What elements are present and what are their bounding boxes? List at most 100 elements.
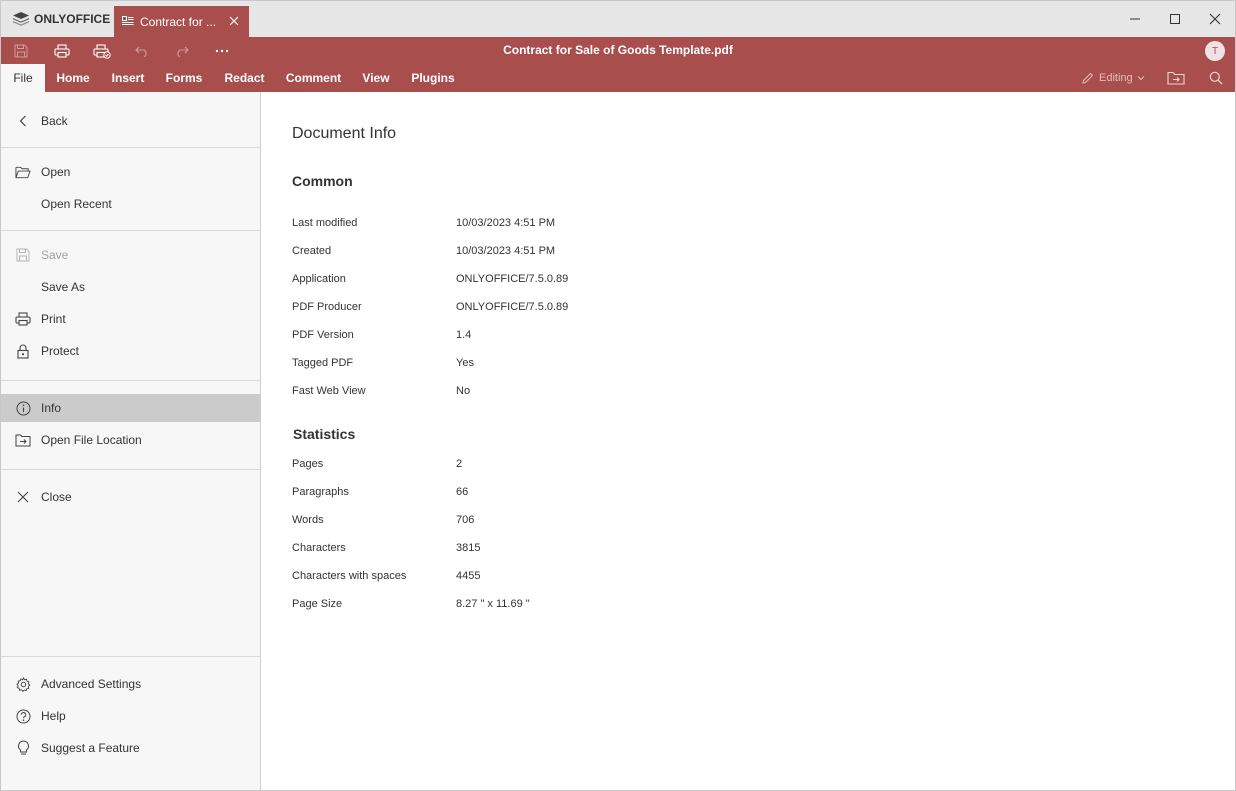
help-button[interactable]: Help [1,702,260,730]
gear-icon [15,676,31,692]
tab-view[interactable]: View [355,64,397,92]
quick-toolbar: Contract for Sale of Goods Template.pdf … [1,37,1235,64]
editing-mode-dropdown[interactable]: Editing [1081,64,1145,92]
tab-insert[interactable]: Insert [105,64,151,92]
chevron-left-icon [15,113,31,129]
info-label-paragraphs: Paragraphs [292,486,349,498]
save-as-label: Save As [41,280,86,294]
divider [1,147,260,148]
print-label: Print [41,312,66,326]
maximize-button[interactable] [1155,1,1195,37]
close-icon [1209,13,1221,25]
search-icon [1209,71,1223,85]
open-recent-button[interactable]: Open Recent [1,190,260,218]
app-window: ONLYOFFICE Contract for ... Contract for… [0,0,1236,791]
document-info-panel: Document Info Common Last modified 10/03… [262,92,1235,790]
close-window-button[interactable] [1195,1,1235,37]
help-icon [15,708,31,724]
open-file-location-button[interactable]: Open File Location [1,426,260,454]
help-label: Help [41,709,66,723]
info-label-last-modified: Last modified [292,217,358,229]
tab-close-icon[interactable] [227,14,241,28]
info-label-words: Words [292,514,324,526]
save-button[interactable]: Save [1,241,260,269]
tab-home[interactable]: Home [49,64,97,92]
chevron-down-icon [1137,76,1144,81]
info-value-page-size: 8.27 " x 11.69 " [456,598,530,610]
tab-comment[interactable]: Comment [280,64,347,92]
info-icon [15,400,31,416]
print-icon [15,311,31,327]
advanced-settings-label: Advanced Settings [41,677,142,691]
protect-button[interactable]: Protect [1,337,260,365]
suggest-feature-label: Suggest a Feature [41,741,140,755]
print-button[interactable]: Print [1,305,260,333]
save-label: Save [41,248,69,262]
lock-icon [15,343,31,359]
info-label: Info [41,401,62,415]
divider [1,380,260,381]
info-value-created: 10/03/2023 4:51 PM [456,245,556,257]
info-value-paragraphs: 66 [456,486,469,498]
search-toolbar-button[interactable] [1206,68,1226,88]
info-value-application: ONLYOFFICE/7.5.0.89 [456,273,569,285]
folder-arrow-icon [1167,71,1185,85]
info-label-page-size: Page Size [292,598,343,610]
back-button[interactable]: Back [1,107,260,135]
app-brand-name: ONLYOFFICE [34,12,111,26]
folder-arrow-icon [15,432,31,448]
info-value-pdf-producer: ONLYOFFICE/7.5.0.89 [456,301,569,313]
document-title: Contract for Sale of Goods Template.pdf [503,43,733,57]
tab-plugins[interactable]: Plugins [405,64,461,92]
info-value-pages: 2 [456,458,463,470]
open-button[interactable]: Open [1,158,260,186]
close-button[interactable]: Close [1,483,260,511]
divider [1,230,260,231]
page-title: Document Info [292,125,397,142]
onlyoffice-logo-icon [13,12,29,26]
app-logo[interactable]: ONLYOFFICE [13,1,110,37]
user-avatar[interactable]: T [1205,41,1225,61]
close-icon [15,489,31,505]
info-value-characters: 3815 [456,542,481,554]
info-button[interactable]: Info [1,394,260,422]
editing-mode-label: Editing [1099,72,1133,84]
document-tab[interactable]: Contract for ... [114,6,249,37]
minimize-button[interactable] [1115,1,1155,37]
back-label: Back [41,114,68,128]
statistics-section-title: Statistics [293,426,356,442]
suggest-feature-button[interactable]: Suggest a Feature [1,734,260,762]
info-label-application: Application [292,273,346,285]
info-value-last-modified: 10/03/2023 4:51 PM [456,217,556,229]
lightbulb-icon [15,740,31,756]
title-bar: ONLYOFFICE Contract for ... [1,1,1235,37]
save-icon [15,247,31,263]
info-value-fast-web-view: No [456,385,471,397]
info-value-tagged-pdf: Yes [456,357,474,369]
save-as-button[interactable]: Save As [1,273,260,301]
info-value-words: 706 [456,514,475,526]
close-label: Close [41,490,72,504]
maximize-icon [1170,14,1180,24]
tab-forms[interactable]: Forms [159,64,209,92]
info-label-pages: Pages [292,458,324,470]
pencil-icon [1082,72,1094,84]
divider [1,656,260,657]
info-label-characters: Characters [292,542,346,554]
advanced-settings-button[interactable]: Advanced Settings [1,670,260,698]
info-label-tagged-pdf: Tagged PDF [292,357,354,369]
info-value-pdf-version: 1.4 [456,329,472,341]
info-label-pdf-producer: PDF Producer [292,301,362,313]
minimize-icon [1130,18,1140,20]
info-label-fast-web-view: Fast Web View [292,385,366,397]
info-label-pdf-version: PDF Version [292,329,354,341]
info-label-characters-with-spaces: Characters with spaces [292,570,407,582]
pdf-document-icon [122,15,134,29]
tab-file[interactable]: File [1,64,45,92]
folder-open-icon [15,164,31,180]
divider [1,469,260,470]
tab-redact[interactable]: Redact [217,64,272,92]
open-recent-label: Open Recent [41,197,112,211]
common-section-title: Common [292,173,353,189]
open-location-toolbar-button[interactable] [1166,68,1186,88]
